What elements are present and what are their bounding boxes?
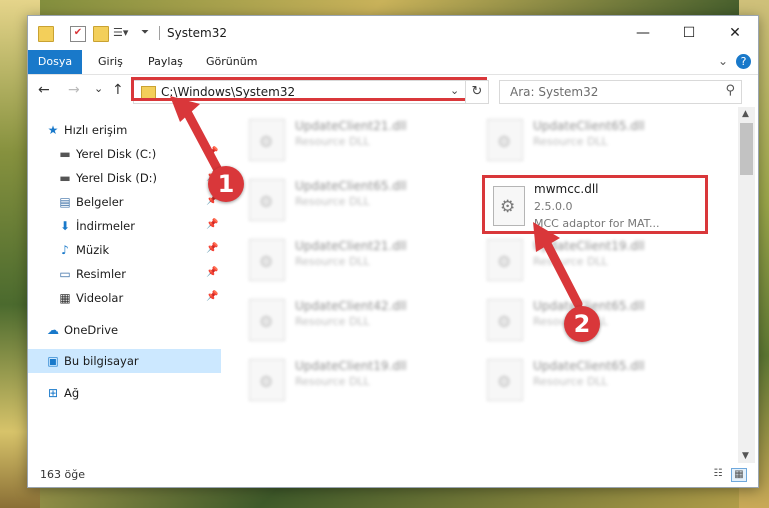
arrow-1-shaft bbox=[181, 105, 223, 175]
annotation-arrows bbox=[170, 96, 583, 309]
callout-2: 2 bbox=[564, 306, 600, 342]
arrow-1-head bbox=[170, 96, 200, 122]
callout-1: 1 bbox=[208, 166, 244, 202]
arrow-2-shaft bbox=[540, 235, 583, 309]
